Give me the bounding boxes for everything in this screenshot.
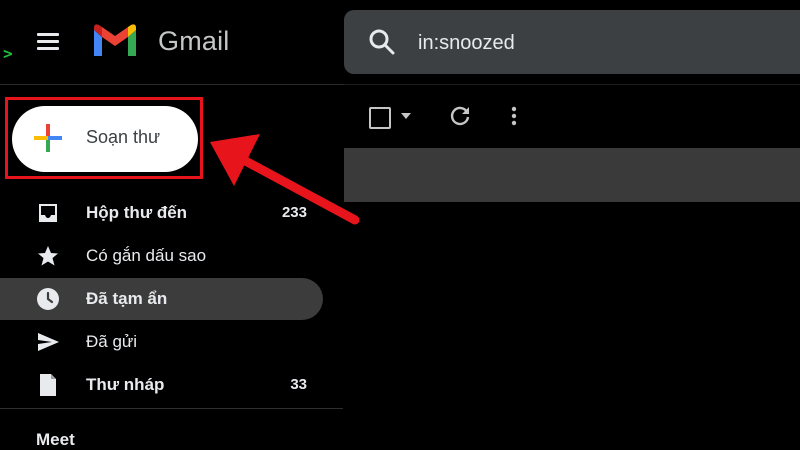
sidebar-item-drafts[interactable]: Thư nháp 33	[0, 364, 323, 406]
menu-icon-bar	[37, 33, 59, 36]
sidebar-item-label: Hộp thư đến	[86, 203, 188, 222]
inbox-count-badge: 233	[281, 204, 307, 221]
annotation-highlight-box	[5, 97, 203, 179]
sidebar-item-starred[interactable]: Có gắn dấu sao	[0, 235, 323, 277]
gmail-wordmark: Gmail	[158, 26, 230, 56]
terminal-prompt-glyph: >	[3, 44, 13, 63]
clock-icon	[37, 288, 59, 310]
search-input[interactable]	[418, 28, 778, 58]
draft-icon	[40, 374, 56, 396]
star-icon	[38, 246, 58, 266]
select-all-checkbox[interactable]	[369, 107, 391, 129]
send-icon	[38, 333, 59, 351]
message-list-row[interactable]	[344, 148, 800, 202]
sidebar-divider	[0, 408, 343, 409]
sidebar-item-label: Đã gửi	[86, 332, 138, 351]
main-menu-button[interactable]	[30, 24, 66, 60]
more-vert-icon[interactable]	[502, 104, 526, 128]
menu-icon-bar	[37, 47, 59, 50]
toolbar-divider	[344, 84, 800, 85]
gmail-logo-icon[interactable]	[90, 22, 140, 60]
drafts-count-badge: 33	[290, 376, 307, 393]
sidebar-item-label: Có gắn dấu sao	[86, 246, 207, 265]
search-icon[interactable]	[368, 28, 396, 56]
inbox-icon	[39, 204, 57, 222]
menu-icon-bar	[37, 40, 59, 43]
sidebar-item-sent[interactable]: Đã gửi	[0, 321, 323, 363]
sidebar-item-snoozed[interactable]: Đã tạm ẩn	[0, 278, 323, 320]
chevron-down-icon[interactable]	[399, 109, 413, 123]
sidebar-item-label: Đã tạm ẩn	[86, 289, 168, 308]
sidebar-item-label: Thư nháp	[86, 375, 165, 394]
refresh-icon[interactable]	[448, 104, 472, 128]
sidebar-item-inbox[interactable]: Hộp thư đến 233	[0, 192, 323, 234]
meet-section-title: Meet	[36, 430, 75, 449]
